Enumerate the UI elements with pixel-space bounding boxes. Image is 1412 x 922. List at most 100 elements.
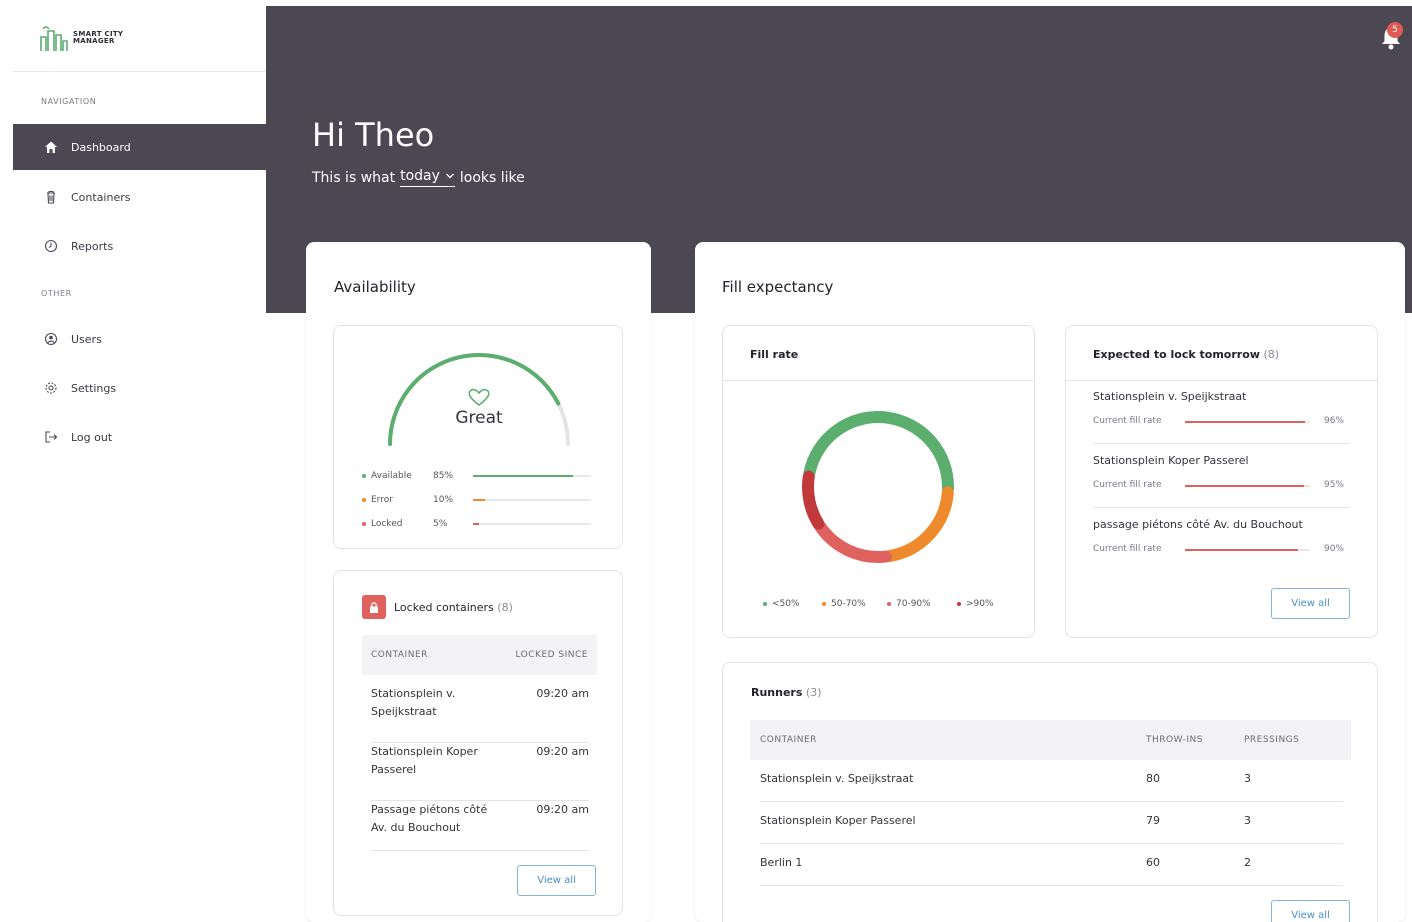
runners-view-all-button[interactable]: View all xyxy=(1271,900,1350,922)
legend-dot xyxy=(362,474,366,478)
period-select[interactable]: today xyxy=(400,168,455,187)
page-subtitle: This is what today looks like xyxy=(312,168,525,187)
city-logo-icon xyxy=(40,26,68,51)
subtitle-suffix: looks like xyxy=(459,169,525,186)
legend-dot xyxy=(362,522,366,526)
fill-legend-item: >90% xyxy=(957,599,994,609)
other-heading: OTHER xyxy=(41,289,72,298)
lock-icon xyxy=(362,595,386,619)
donut-slice-2[interactable] xyxy=(883,486,954,563)
trash-icon xyxy=(43,189,59,205)
table-row[interactable]: Passage piétons côté Av. du Bouchout 09:… xyxy=(371,801,589,851)
fill-legend-item: <50% xyxy=(763,599,800,609)
expected-item-name: passage piétons côté Av. du Bouchout xyxy=(1093,518,1303,531)
expected-view-all-button[interactable]: View all xyxy=(1271,588,1350,619)
fill-bar-track xyxy=(1185,549,1310,551)
availability-title: Availability xyxy=(334,278,416,296)
fill-expectancy-title: Fill expectancy xyxy=(722,278,834,296)
row-container: Berlin 1 xyxy=(760,856,803,869)
legend-bar-track xyxy=(473,523,591,525)
expected-item-label: Current fill rate xyxy=(1093,544,1162,554)
subtitle-prefix: This is what xyxy=(312,169,396,186)
row-container: Stationsplein Koper Passerel xyxy=(371,743,478,779)
list-item[interactable]: passage piétons côté Av. du Bouchout Cur… xyxy=(1093,518,1350,562)
row-pressings: 2 xyxy=(1244,856,1251,869)
row-locked-since: 09:20 am xyxy=(536,745,589,758)
col-container: CONTAINER xyxy=(371,650,428,660)
availability-card: Availability Great Available 85% Error 1… xyxy=(306,242,651,922)
expected-divider xyxy=(1066,380,1377,381)
availability-gauge xyxy=(388,353,570,446)
sidebar-item-label: Log out xyxy=(71,430,113,444)
runners-count: (3) xyxy=(805,686,822,699)
row-container: Stationsplein v. Speijkstraat xyxy=(371,685,455,721)
row-container-line: Stationsplein v. xyxy=(371,687,456,700)
row-locked-since: 09:20 am xyxy=(536,687,589,700)
expected-lock-title: Expected to lock tomorrow (8) xyxy=(1093,348,1279,361)
runners-panel: Runners (3) CONTAINER THROW-INS PRESSING… xyxy=(722,662,1378,922)
expected-count: (8) xyxy=(1263,348,1280,361)
row-container-line: Passerel xyxy=(371,763,417,776)
legend-dot xyxy=(957,602,961,606)
sidebar-item-label: Dashboard xyxy=(71,140,131,154)
donut-slice-4[interactable] xyxy=(802,470,825,530)
expected-item-name: Stationsplein v. Speijkstraat xyxy=(1093,390,1247,403)
col-container: CONTAINER xyxy=(760,735,817,745)
runners-title: Runners (3) xyxy=(751,686,822,699)
gauge-fill xyxy=(388,353,561,446)
row-pressings: 3 xyxy=(1244,772,1251,785)
list-item[interactable]: Stationsplein Koper Passerel Current fil… xyxy=(1093,454,1350,508)
legend-label: Error xyxy=(371,495,393,505)
legend-value: 5% xyxy=(433,519,448,529)
legend-label: 70-90% xyxy=(896,599,931,609)
fill-rate-divider xyxy=(723,380,1034,381)
table-row[interactable]: Stationsplein Koper Passerel 79 3 xyxy=(760,802,1343,844)
gear-icon xyxy=(43,380,59,396)
row-container: Stationsplein Koper Passerel xyxy=(760,814,916,827)
row-container-line: Stationsplein Koper xyxy=(371,745,478,758)
row-throw-ins: 79 xyxy=(1146,814,1160,827)
sidebar-item-dashboard[interactable]: Dashboard xyxy=(13,124,266,170)
expected-item-name: Stationsplein Koper Passerel xyxy=(1093,454,1249,467)
runners-table-header: CONTAINER THROW-INS PRESSINGS xyxy=(750,720,1351,760)
legend-bar-fill xyxy=(473,475,574,477)
donut-slice-1[interactable] xyxy=(803,411,954,495)
table-row[interactable]: Berlin 1 60 2 xyxy=(760,844,1343,886)
expected-item-value: 95% xyxy=(1323,480,1344,490)
user-circle-icon xyxy=(43,331,59,347)
row-container-line: Speijkstraat xyxy=(371,705,437,718)
row-container: Stationsplein v. Speijkstraat xyxy=(760,772,914,785)
fill-legend-item: 70-90% xyxy=(887,599,931,609)
col-pressings: PRESSINGS xyxy=(1244,735,1300,745)
expected-item-label: Current fill rate xyxy=(1093,416,1162,426)
legend-label: 50-70% xyxy=(831,599,866,609)
sidebar-item-reports[interactable]: Reports xyxy=(13,223,266,269)
heart-icon xyxy=(468,388,490,407)
table-row[interactable]: Stationsplein v. Speijkstraat 09:20 am xyxy=(371,685,589,743)
expected-item-value: 96% xyxy=(1323,416,1344,426)
locked-title-text: Locked containers xyxy=(394,601,494,614)
availability-status: Great xyxy=(455,408,503,428)
runners-title-text: Runners xyxy=(751,686,803,699)
row-throw-ins: 80 xyxy=(1146,772,1160,785)
legend-label: Available xyxy=(371,471,412,481)
legend-dot xyxy=(763,602,767,606)
row-container: Passage piétons côté Av. du Bouchout xyxy=(371,801,487,837)
sidebar-item-label: Containers xyxy=(71,190,131,204)
logout-icon xyxy=(43,429,59,445)
fill-rate-title: Fill rate xyxy=(750,348,799,361)
sidebar-item-logout[interactable]: Log out xyxy=(13,414,266,460)
table-row[interactable]: Stationsplein v. Speijkstraat 80 3 xyxy=(760,760,1343,802)
legend-label: >90% xyxy=(966,599,994,609)
app-logo[interactable]: SMART CITY MANAGER xyxy=(39,20,133,56)
sidebar-item-settings[interactable]: Settings xyxy=(13,365,266,411)
locked-view-all-button[interactable]: View all xyxy=(517,865,596,896)
sidebar-item-containers[interactable]: Containers xyxy=(13,174,266,220)
legend-dot xyxy=(887,602,891,606)
table-row[interactable]: Stationsplein Koper Passerel 09:20 am xyxy=(371,743,589,801)
sidebar-item-users[interactable]: Users xyxy=(13,316,266,362)
sidebar-item-label: Settings xyxy=(71,381,117,395)
list-item[interactable]: Stationsplein v. Speijkstraat Current fi… xyxy=(1093,390,1350,444)
donut-slice-3[interactable] xyxy=(814,520,892,563)
fill-bar-track xyxy=(1185,485,1310,487)
